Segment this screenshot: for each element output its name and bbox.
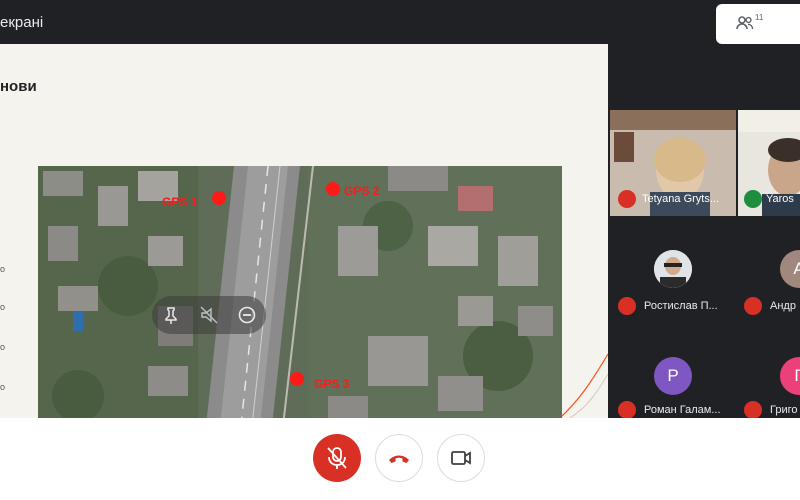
camera-icon bbox=[451, 451, 471, 465]
mute-off-icon[interactable] bbox=[198, 304, 220, 326]
aerial-map: GPS 1 GPS 2 GPS 3 bbox=[38, 166, 562, 418]
mic-off-icon bbox=[327, 447, 347, 469]
participant-name: Роман Галам... bbox=[644, 404, 721, 416]
bullet-mark: о bbox=[0, 342, 6, 352]
speaking-indicator-icon bbox=[744, 190, 762, 208]
gps-label-2: GPS 2 bbox=[344, 184, 380, 198]
shared-slide: нови о о о о GPS 1 GPS 2 GPS 3 bbox=[0, 44, 608, 418]
muted-mic-icon bbox=[618, 401, 636, 419]
participant-name: Tetyana Gryts... bbox=[642, 193, 720, 205]
presentation-title: екрані bbox=[0, 14, 44, 31]
hang-up-button[interactable] bbox=[375, 434, 423, 482]
muted-mic-icon bbox=[744, 401, 762, 419]
people-icon bbox=[736, 16, 754, 30]
participant-name: Yaros bbox=[766, 193, 794, 205]
avatar-photo bbox=[654, 250, 692, 288]
participant-name: Григо bbox=[770, 404, 798, 416]
avatar: Г bbox=[780, 357, 800, 395]
mic-toggle-button[interactable] bbox=[313, 434, 361, 482]
avatar bbox=[654, 250, 692, 288]
gps-label-1: GPS 1 bbox=[162, 195, 198, 209]
avatar: А bbox=[780, 250, 800, 288]
gps-marker-2 bbox=[326, 182, 340, 196]
gps-marker-3 bbox=[290, 372, 304, 386]
muted-mic-icon bbox=[618, 297, 636, 315]
top-bar: екрані 11 bbox=[0, 0, 800, 44]
muted-mic-icon bbox=[744, 297, 762, 315]
video-tile[interactable]: Yaros bbox=[738, 110, 800, 216]
pin-icon[interactable] bbox=[160, 304, 182, 326]
participant-count: 11 bbox=[755, 13, 764, 22]
bullet-mark: о bbox=[0, 382, 6, 392]
bullet-mark: о bbox=[0, 264, 6, 274]
participant-name: Андр bbox=[770, 300, 796, 312]
avatar: Р bbox=[654, 357, 692, 395]
presentation-overlay-controls bbox=[152, 296, 266, 334]
gps-label-3: GPS 3 bbox=[314, 377, 350, 391]
decorative-line bbox=[560, 353, 608, 418]
muted-mic-icon bbox=[618, 190, 636, 208]
participant-name: Ростислав П... bbox=[644, 300, 718, 312]
slide-heading: нови bbox=[0, 78, 37, 95]
gps-marker-1 bbox=[212, 191, 226, 205]
meeting-controls-bar bbox=[0, 418, 800, 500]
bullet-mark: о bbox=[0, 302, 6, 312]
participants-gallery: Tetyana Gryts... Yaros Ростислав П... А bbox=[608, 44, 800, 419]
video-tile[interactable]: Tetyana Gryts... bbox=[610, 110, 736, 216]
participants-button[interactable]: 11 bbox=[716, 4, 800, 44]
hang-up-icon bbox=[389, 455, 409, 463]
camera-toggle-button[interactable] bbox=[437, 434, 485, 482]
remove-icon[interactable] bbox=[236, 304, 258, 326]
